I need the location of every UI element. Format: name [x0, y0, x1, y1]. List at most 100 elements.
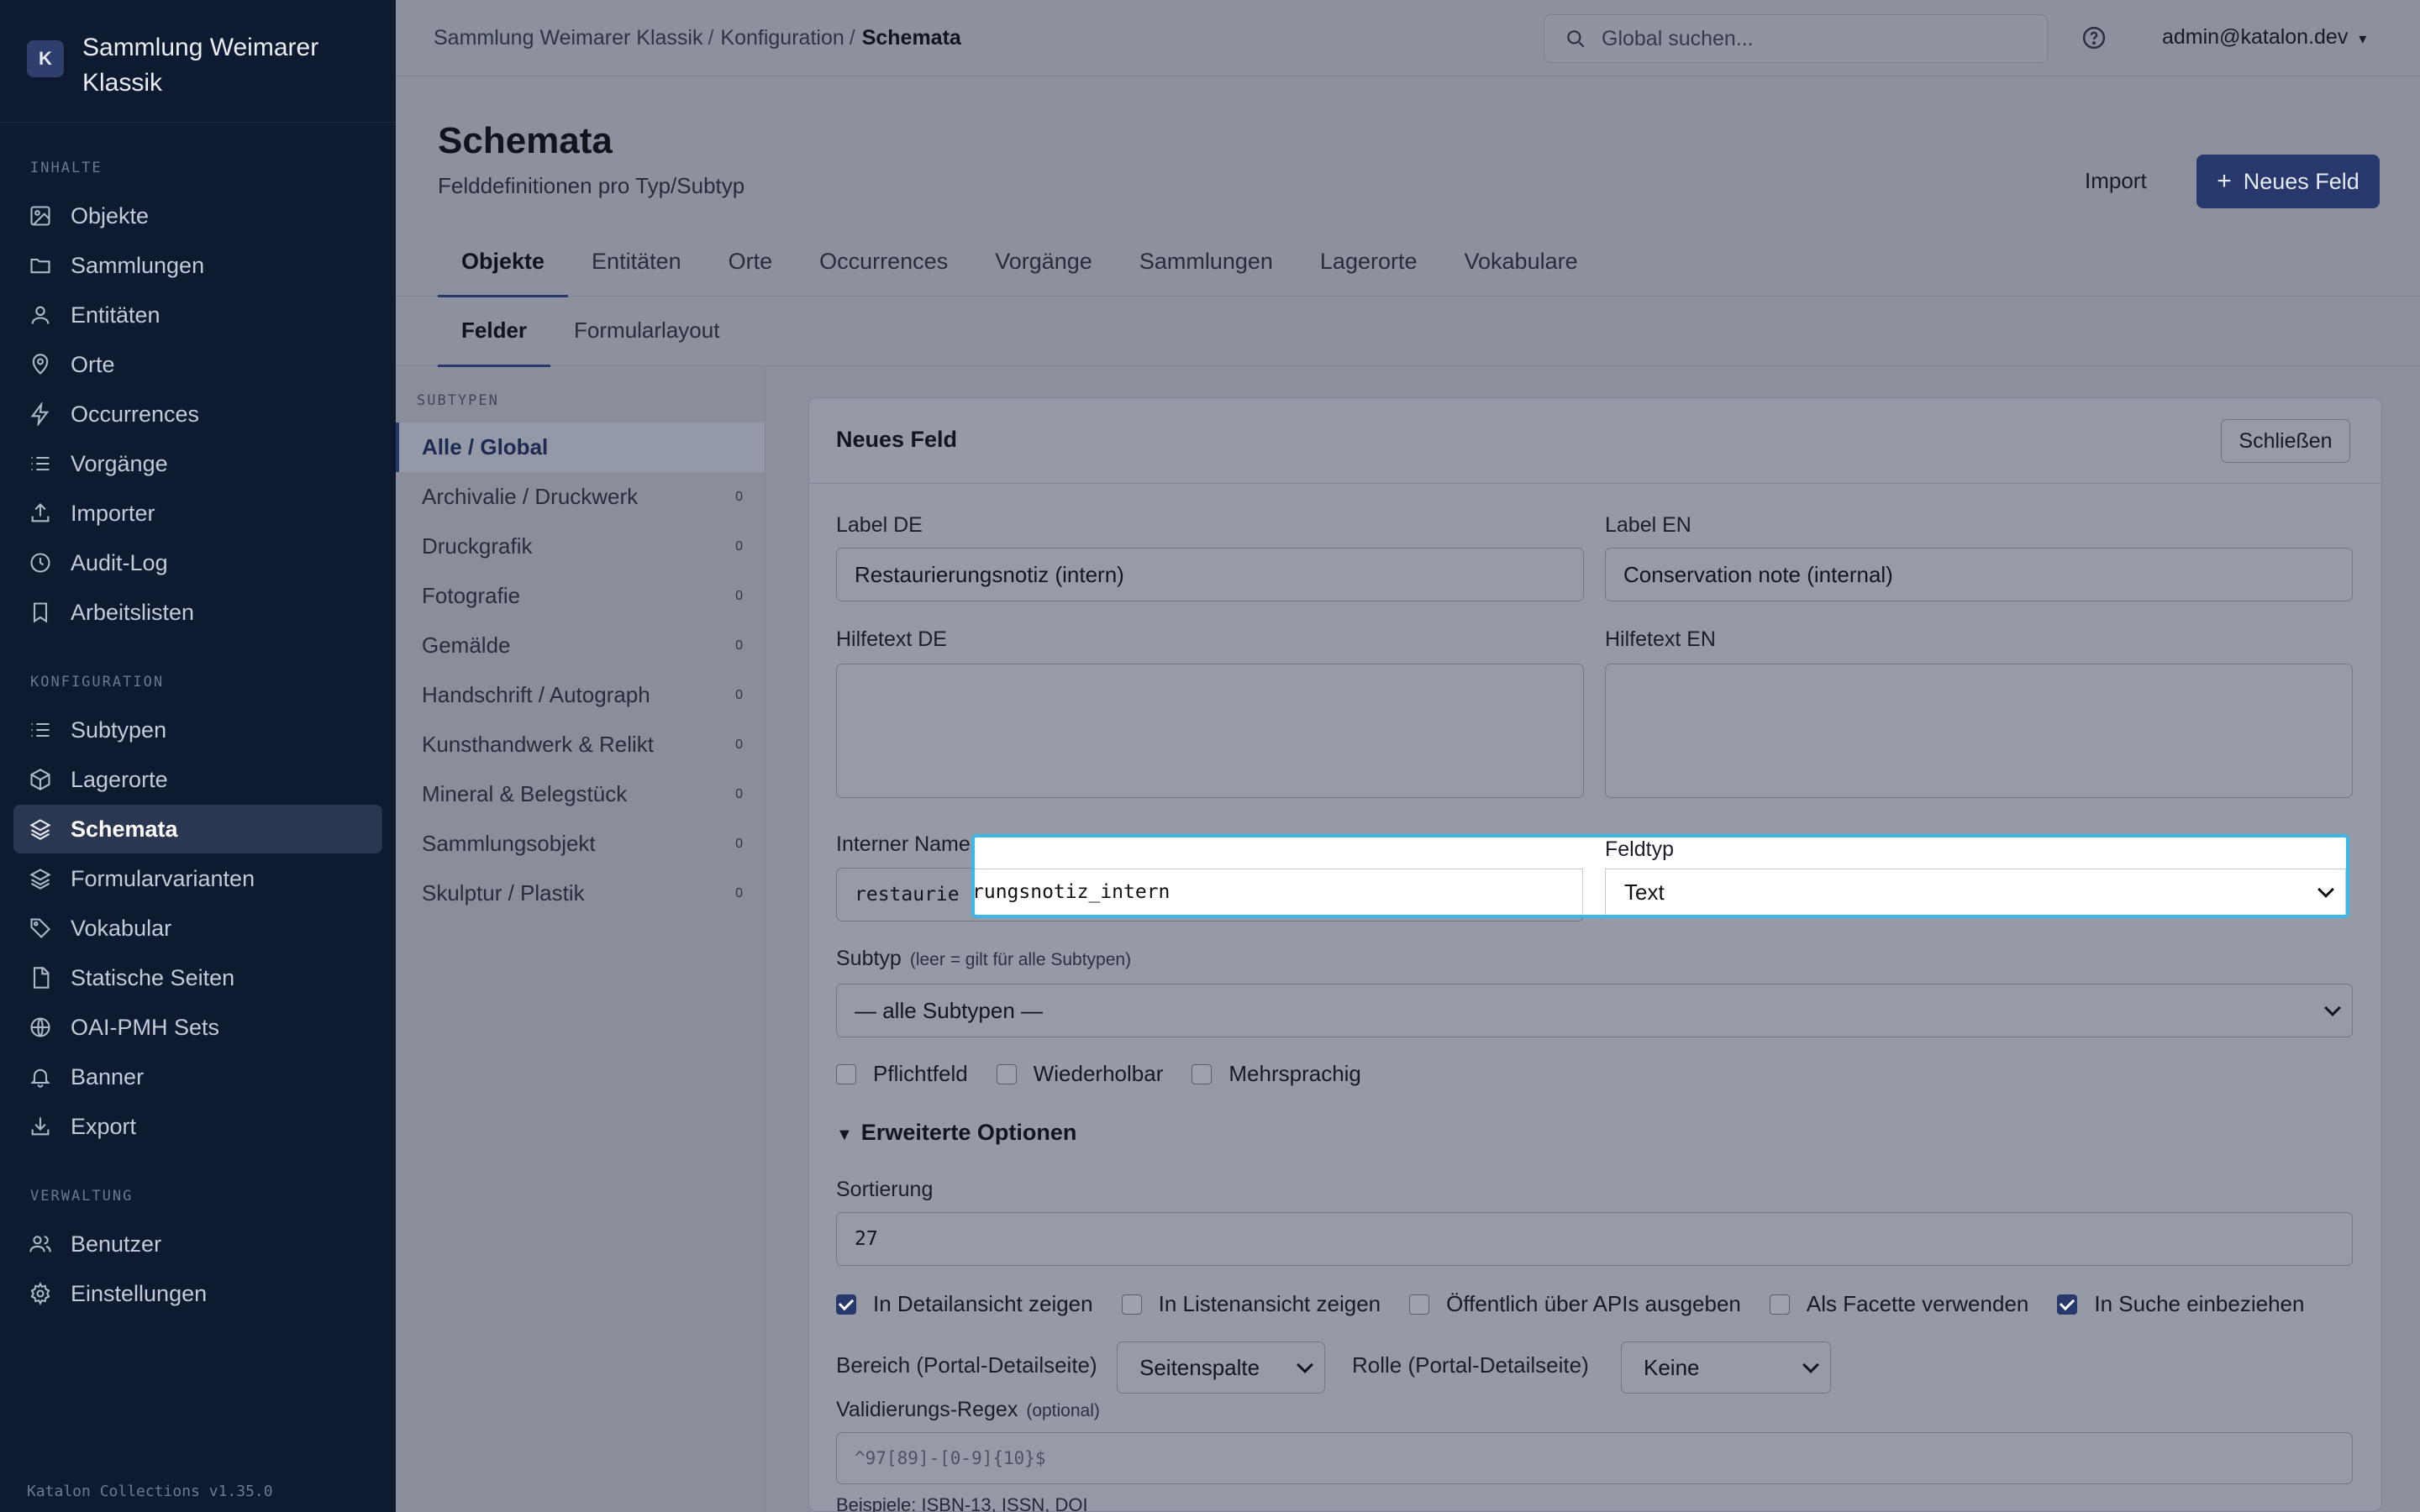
- download-icon: [31, 1117, 50, 1136]
- field-type-select[interactable]: Text: [1605, 869, 2346, 915]
- subtype-item[interactable]: Archivalie / Druckwerk 0: [396, 472, 765, 522]
- subtype-count: 0: [735, 687, 743, 702]
- sidebar-item-vokabular[interactable]: Vokabular: [13, 904, 382, 953]
- subtype-item[interactable]: Skulptur / Plastik 0: [396, 869, 765, 918]
- subtype-item[interactable]: Druckgrafik 0: [396, 522, 765, 571]
- checkbox-box[interactable]: [996, 1063, 1017, 1084]
- tab-formularlayout[interactable]: Formularlayout: [550, 297, 743, 366]
- field-type-label: Feldtyp: [1605, 837, 1674, 861]
- checkbox-label: In Suche einbeziehen: [2094, 1291, 2305, 1316]
- tab-occurrences[interactable]: Occurrences: [796, 227, 971, 297]
- tab-entitaeten[interactable]: Entitäten: [568, 227, 705, 297]
- tab-felder[interactable]: Felder: [438, 297, 551, 367]
- checkbox-detailansicht[interactable]: In Detailansicht zeigen: [836, 1291, 1093, 1317]
- sidebar-item-sammlungen[interactable]: Sammlungen: [13, 241, 382, 290]
- sidebar-item-entitaeten[interactable]: Entitäten: [13, 291, 382, 339]
- checkbox-box[interactable]: [1409, 1294, 1430, 1315]
- sidebar-item-vorgaenge[interactable]: Vorgänge: [13, 439, 382, 488]
- sidebar-item-orte[interactable]: Orte: [13, 340, 382, 389]
- subtype-label: Sammlungsobjekt: [422, 831, 596, 856]
- checkbox-api[interactable]: Öffentlich über APIs ausgeben: [1409, 1291, 1741, 1317]
- checkbox-box[interactable]: [2057, 1294, 2078, 1315]
- tab-objekte[interactable]: Objekte: [438, 227, 569, 297]
- checkbox-listenansicht[interactable]: In Listenansicht zeigen: [1121, 1291, 1381, 1317]
- brand[interactable]: K Sammlung Weimarer Klassik: [0, 0, 396, 123]
- internal-name-input-focused[interactable]: rungsnotiz_intern: [975, 869, 1583, 915]
- checkbox-suche[interactable]: In Suche einbeziehen: [2057, 1291, 2304, 1317]
- sidebar-item-banner[interactable]: Banner: [13, 1053, 382, 1101]
- breadcrumb-item[interactable]: Sammlung Weimarer Klassik: [434, 26, 702, 50]
- subtype-item[interactable]: Alle / Global: [396, 423, 765, 472]
- help-en-textarea[interactable]: [1605, 664, 2353, 798]
- sidebar-item-label: Banner: [71, 1063, 145, 1089]
- visibility-options: In Detailansicht zeigen In Listenansicht…: [836, 1291, 2333, 1317]
- subtype-item[interactable]: Gemälde 0: [396, 621, 765, 670]
- subtype-item[interactable]: Fotografie 0: [396, 571, 765, 621]
- sidebar-item-importer[interactable]: Importer: [13, 489, 382, 538]
- new-field-button[interactable]: + Neues Feld: [2196, 155, 2380, 208]
- subtype-item[interactable]: Sammlungsobjekt 0: [396, 819, 765, 869]
- subtype-count: 0: [735, 538, 743, 554]
- sidebar-item-audit-log[interactable]: Audit-Log: [13, 538, 382, 587]
- sidebar-item-schemata[interactable]: Schemata: [13, 805, 382, 853]
- help-en-label: Hilfetext EN: [1605, 627, 1716, 651]
- label-de-input[interactable]: Restaurierungsnotiz (intern): [836, 548, 1584, 601]
- topbar: Sammlung Weimarer Klassik / Konfiguratio…: [396, 0, 2420, 76]
- advanced-options-toggle[interactable]: ▼ Erweiterte Optionen: [836, 1120, 1076, 1146]
- search-input[interactable]: [1602, 26, 2005, 51]
- subtype-label: Handschrift / Autograph: [422, 682, 650, 707]
- tab-vorgaenge[interactable]: Vorgänge: [971, 227, 1116, 297]
- sidebar-item-subtypen[interactable]: Subtypen: [13, 706, 382, 754]
- help-icon[interactable]: [2081, 25, 2107, 50]
- page-subtitle: Felddefinitionen pro Typ/Subtyp: [438, 173, 745, 198]
- checkbox-box[interactable]: [836, 1063, 856, 1084]
- area-select[interactable]: Seitenspalte: [1117, 1341, 1325, 1394]
- subtype-item[interactable]: Mineral & Belegstück 0: [396, 769, 765, 819]
- checkbox-box[interactable]: [836, 1294, 856, 1315]
- role-select-value: Keine: [1644, 1354, 1700, 1380]
- sidebar-item-arbeitslisten[interactable]: Arbeitslisten: [13, 588, 382, 637]
- sidebar-item-benutzer[interactable]: Benutzer: [13, 1220, 382, 1268]
- subtype-select[interactable]: — alle Subtypen —: [836, 984, 2353, 1037]
- subtype-item[interactable]: Kunsthandwerk & Relikt 0: [396, 720, 765, 769]
- label-en-input[interactable]: Conservation note (internal): [1605, 548, 2353, 601]
- chevron-down-icon: [2317, 881, 2334, 898]
- tab-vokabulare[interactable]: Vokabulare: [1441, 227, 1602, 297]
- checkbox-wiederholbar[interactable]: Wiederholbar: [996, 1061, 1163, 1087]
- tab-lagerorte[interactable]: Lagerorte: [1297, 227, 1441, 297]
- subtype-item[interactable]: Handschrift / Autograph 0: [396, 670, 765, 720]
- chevron-down-icon: [1802, 1357, 1819, 1373]
- subtype-select-label: Subtyp (leer = gilt für alle Subtypen): [836, 947, 1131, 971]
- tab-sammlungen[interactable]: Sammlungen: [1116, 227, 1297, 297]
- sidebar-item-einstellungen[interactable]: Einstellungen: [13, 1269, 382, 1318]
- checkbox-facette[interactable]: Als Facette verwenden: [1769, 1291, 2028, 1317]
- page-title: Schemata: [438, 120, 613, 161]
- sidebar-item-objekte[interactable]: Objekte: [13, 192, 382, 240]
- role-select[interactable]: Keine: [1621, 1341, 1831, 1394]
- sidebar-item-export[interactable]: Export: [13, 1102, 382, 1151]
- sidebar-item-lagerorte[interactable]: Lagerorte: [13, 755, 382, 804]
- checkbox-mehrsprachig[interactable]: Mehrsprachig: [1192, 1061, 1361, 1087]
- checkbox-box[interactable]: [1769, 1294, 1790, 1315]
- tab-orte[interactable]: Orte: [705, 227, 797, 297]
- checkbox-pflichtfeld[interactable]: Pflichtfeld: [836, 1061, 968, 1087]
- checkbox-box[interactable]: [1121, 1294, 1142, 1315]
- sidebar-item-occurrences[interactable]: Occurrences: [13, 390, 382, 438]
- help-de-textarea[interactable]: [836, 664, 1584, 798]
- import-button[interactable]: Import: [2085, 168, 2147, 194]
- form-title: Neues Feld: [836, 427, 958, 452]
- sidebar-item-label: Audit-Log: [71, 549, 168, 575]
- close-button[interactable]: Schließen: [2221, 419, 2350, 463]
- breadcrumb-separator: /: [849, 25, 855, 50]
- breadcrumb-item[interactable]: Konfiguration: [720, 26, 844, 50]
- sidebar-item-oai-pmh-sets[interactable]: OAI-PMH Sets: [13, 1003, 382, 1052]
- checkbox-box[interactable]: [1192, 1063, 1213, 1084]
- global-search[interactable]: [1544, 14, 2048, 63]
- sort-input[interactable]: 27: [836, 1212, 2353, 1266]
- regex-input[interactable]: ^97[89]-[0-9]{10}$: [836, 1432, 2353, 1484]
- sidebar-item-formularvarianten[interactable]: Formularvarianten: [13, 854, 382, 903]
- field-flags: Pflichtfeld Wiederholbar Mehrsprachig: [836, 1061, 1390, 1087]
- sidebar-item-label: Lagerorte: [71, 766, 168, 792]
- sidebar-item-statische-seiten[interactable]: Statische Seiten: [13, 953, 382, 1002]
- user-menu[interactable]: admin@katalon.dev ▾: [2162, 25, 2366, 50]
